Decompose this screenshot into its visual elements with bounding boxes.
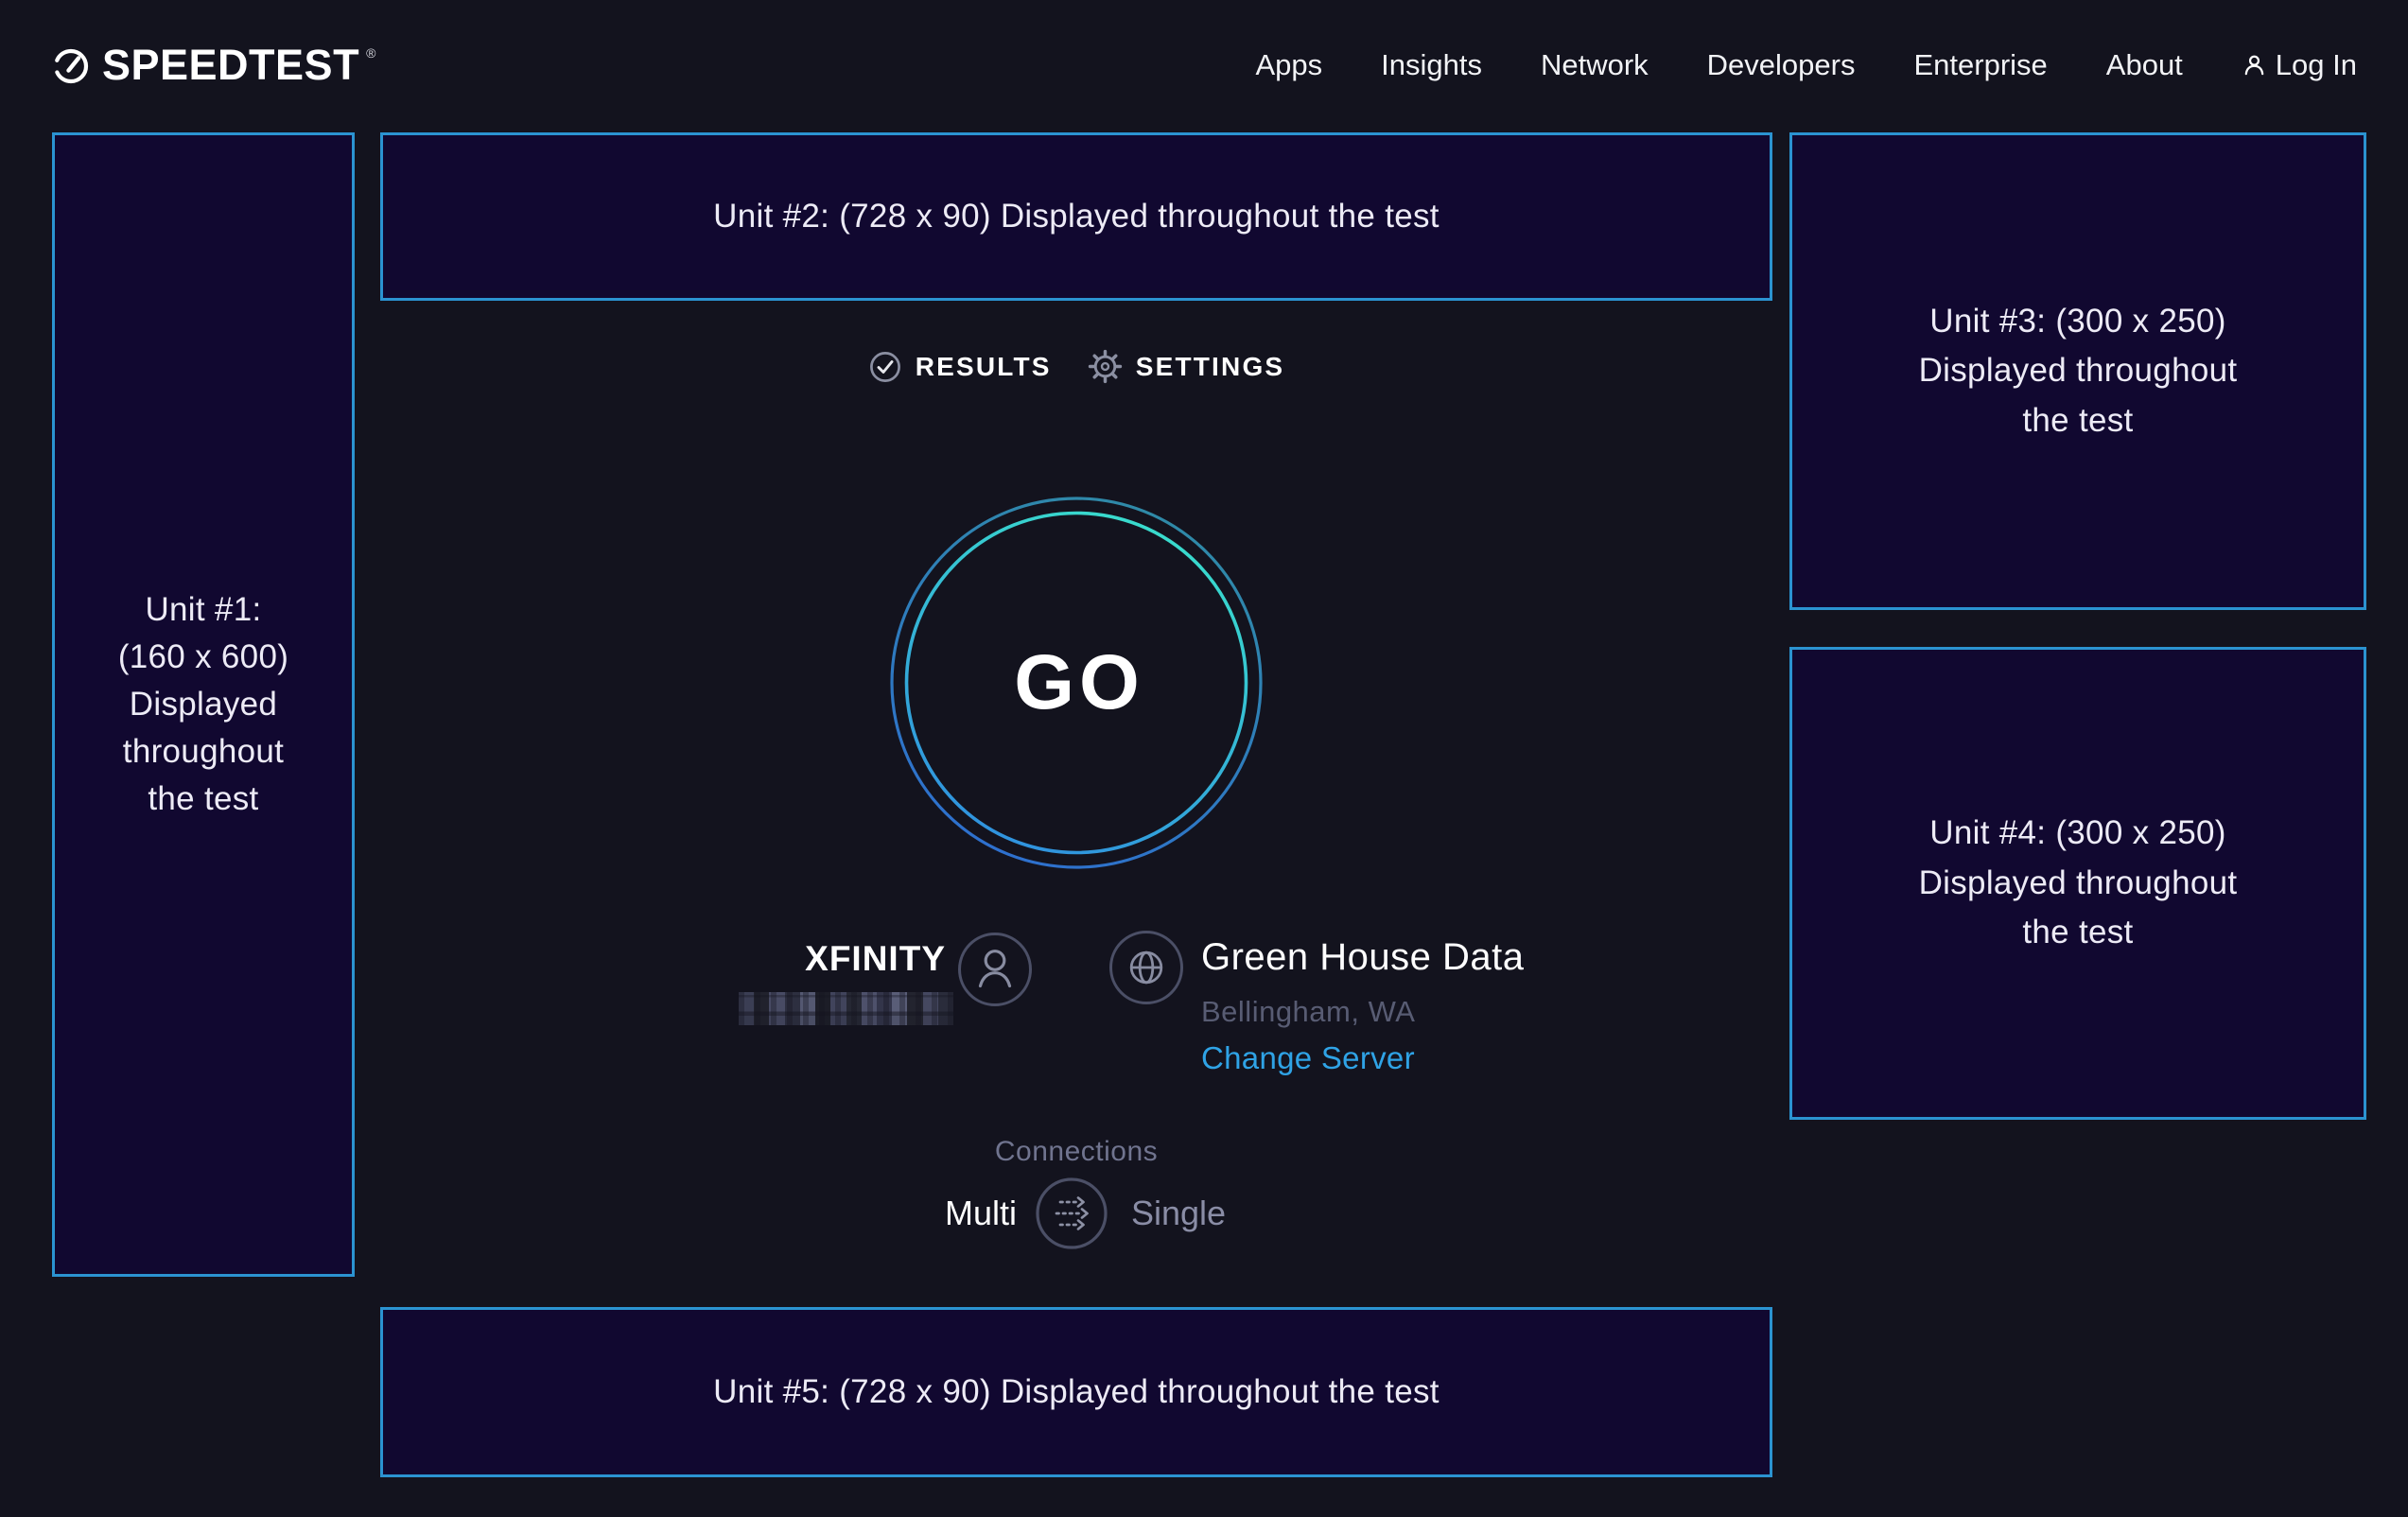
login-label: Log In	[2276, 48, 2357, 82]
ad-unit-5: Unit #5: (728 x 90) Displayed throughout…	[380, 1307, 1772, 1477]
go-label: GO	[887, 494, 1265, 872]
speedtest-logo[interactable]: SPEEDTEST ®	[50, 44, 375, 86]
ad-unit-1: Unit #1: (160 x 600) Displayed throughou…	[52, 132, 355, 1277]
connections-label: Connections	[380, 1136, 1772, 1168]
ad-unit-4-text: Unit #4: (300 x 250) Displayed throughou…	[1919, 809, 2238, 958]
isp-name: XFINITY	[605, 939, 946, 979]
redacted-block	[754, 992, 769, 1025]
redacted-block	[800, 992, 815, 1025]
header: SPEEDTEST ® Apps Insights Network Develo…	[0, 0, 2408, 131]
redacted-block	[938, 992, 953, 1025]
nav-item-apps[interactable]: Apps	[1255, 48, 1322, 82]
gear-icon	[1088, 349, 1123, 384]
ad-unit-1-text: Unit #1: (160 x 600) Displayed throughou…	[118, 586, 288, 823]
nav-item-insights[interactable]: Insights	[1381, 48, 1482, 82]
speedtest-page: SPEEDTEST ® Apps Insights Network Develo…	[0, 0, 2408, 1517]
tab-results[interactable]: RESULTS	[868, 350, 1052, 384]
check-circle-icon	[868, 350, 902, 384]
ad-unit-3: Unit #3: (300 x 250) Displayed throughou…	[1789, 132, 2366, 610]
ad-unit-2: Unit #2: (728 x 90) Displayed throughout…	[380, 132, 1772, 301]
change-server-link[interactable]: Change Server	[1201, 1040, 1415, 1076]
tab-settings[interactable]: SETTINGS	[1088, 349, 1285, 384]
server-globe-badge	[1108, 930, 1184, 1010]
ad-unit-5-text: Unit #5: (728 x 90) Displayed throughout…	[713, 1368, 1440, 1418]
redacted-ip	[739, 992, 953, 1025]
logo-text: SPEEDTEST	[102, 44, 359, 86]
redacted-block	[815, 992, 830, 1025]
nav-item-network[interactable]: Network	[1541, 48, 1649, 82]
nav-item-developers[interactable]: Developers	[1707, 48, 1856, 82]
globe-icon	[1108, 930, 1184, 1005]
logo-trademark: ®	[366, 45, 375, 61]
multi-connections-icon	[1035, 1177, 1108, 1250]
redacted-block	[907, 992, 922, 1025]
connections-single-option[interactable]: Single	[1131, 1194, 1226, 1233]
user-icon	[957, 932, 1033, 1007]
redacted-block	[923, 992, 938, 1025]
main-nav: Apps Insights Network Developers Enterpr…	[1255, 0, 2357, 131]
ad-unit-2-text: Unit #2: (728 x 90) Displayed throughout…	[713, 192, 1440, 242]
ad-unit-4: Unit #4: (300 x 250) Displayed throughou…	[1789, 647, 2366, 1120]
redacted-block	[830, 992, 846, 1025]
nav-item-about[interactable]: About	[2106, 48, 2183, 82]
server-name: Green House Data	[1201, 936, 1525, 979]
redacted-block	[739, 992, 754, 1025]
isp-user-badge	[957, 932, 1033, 1012]
redacted-block	[785, 992, 800, 1025]
nav-item-enterprise[interactable]: Enterprise	[1913, 48, 2047, 82]
tab-bar: RESULTS SETTINGS	[380, 349, 1772, 384]
speedtest-gauge-icon	[50, 44, 92, 86]
redacted-block	[892, 992, 907, 1025]
connections-multi-option[interactable]: Multi	[851, 1194, 1017, 1233]
person-icon	[2242, 52, 2267, 78]
redacted-block	[846, 992, 862, 1025]
redacted-block	[877, 992, 892, 1025]
connections-toggle[interactable]	[1035, 1177, 1108, 1250]
nav-item-login[interactable]: Log In	[2242, 48, 2357, 82]
go-button[interactable]: GO	[887, 494, 1265, 872]
tab-results-label: RESULTS	[916, 352, 1052, 382]
server-location: Bellingham, WA	[1201, 995, 1415, 1029]
redacted-block	[862, 992, 877, 1025]
redacted-block	[769, 992, 784, 1025]
tab-settings-label: SETTINGS	[1136, 352, 1285, 382]
ad-unit-3-text: Unit #3: (300 x 250) Displayed throughou…	[1919, 297, 2238, 446]
